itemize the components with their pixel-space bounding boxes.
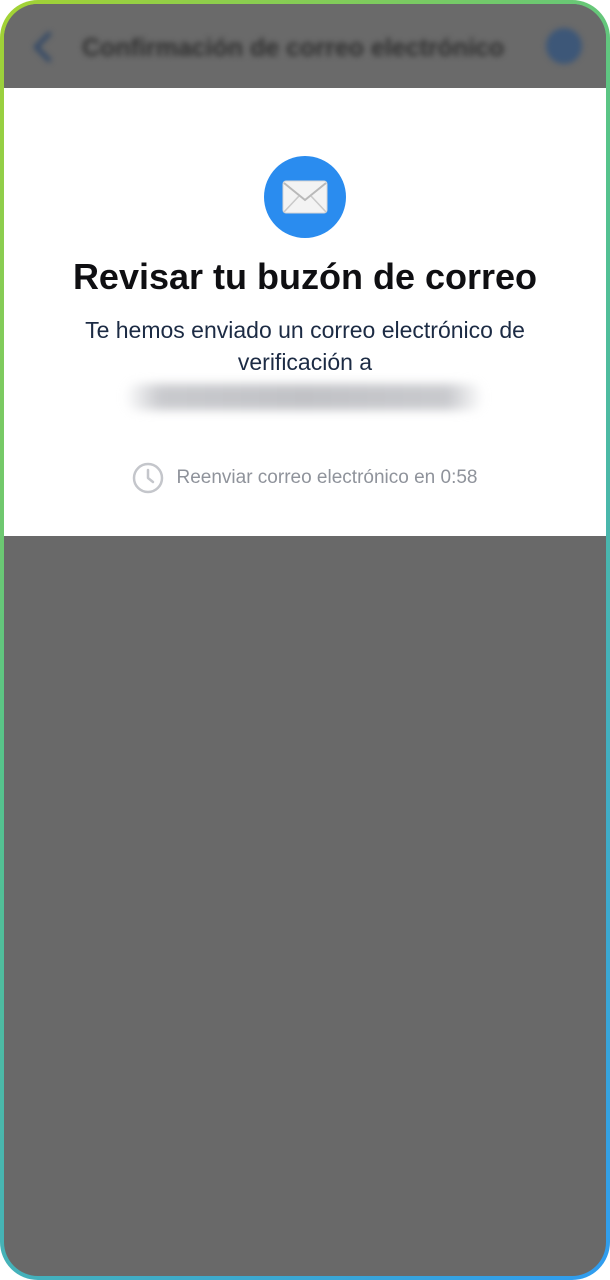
verification-message: Te hemos enviado un correo electrónico d… — [44, 314, 566, 378]
verification-message-line-1: Te hemos enviado un correo electrónico d… — [85, 317, 525, 343]
screen: Confirmación de correo electrónico Revis… — [4, 4, 606, 1276]
resend-countdown-label: Reenviar correo electrónico en 0:58 — [176, 467, 478, 488]
chevron-left-icon[interactable] — [30, 30, 56, 64]
page-title: Revisar tu buzón de correo — [72, 256, 538, 297]
redacted-email-address — [124, 384, 484, 410]
resend-countdown: Reenviar correo electrónico en 0:58 — [4, 462, 606, 494]
top-nav-bar: Confirmación de correo electrónico — [4, 4, 606, 88]
envelope-icon — [264, 156, 346, 238]
verification-message-line-2: verificación a — [237, 349, 373, 375]
redacted-email-blur — [124, 384, 484, 410]
help-icon[interactable] — [546, 28, 582, 64]
verification-sheet: Revisar tu buzón de correo Te hemos envi… — [4, 88, 606, 536]
envelope-icon-svg — [282, 180, 328, 214]
nav-blurred-content: Confirmación de correo electrónico — [4, 4, 606, 88]
device-frame: Confirmación de correo electrónico Revis… — [0, 0, 610, 1280]
chevron-left-icon-svg — [34, 32, 51, 62]
clock-icon — [133, 462, 164, 494]
nav-title: Confirmación de correo electrónico — [82, 34, 505, 62]
